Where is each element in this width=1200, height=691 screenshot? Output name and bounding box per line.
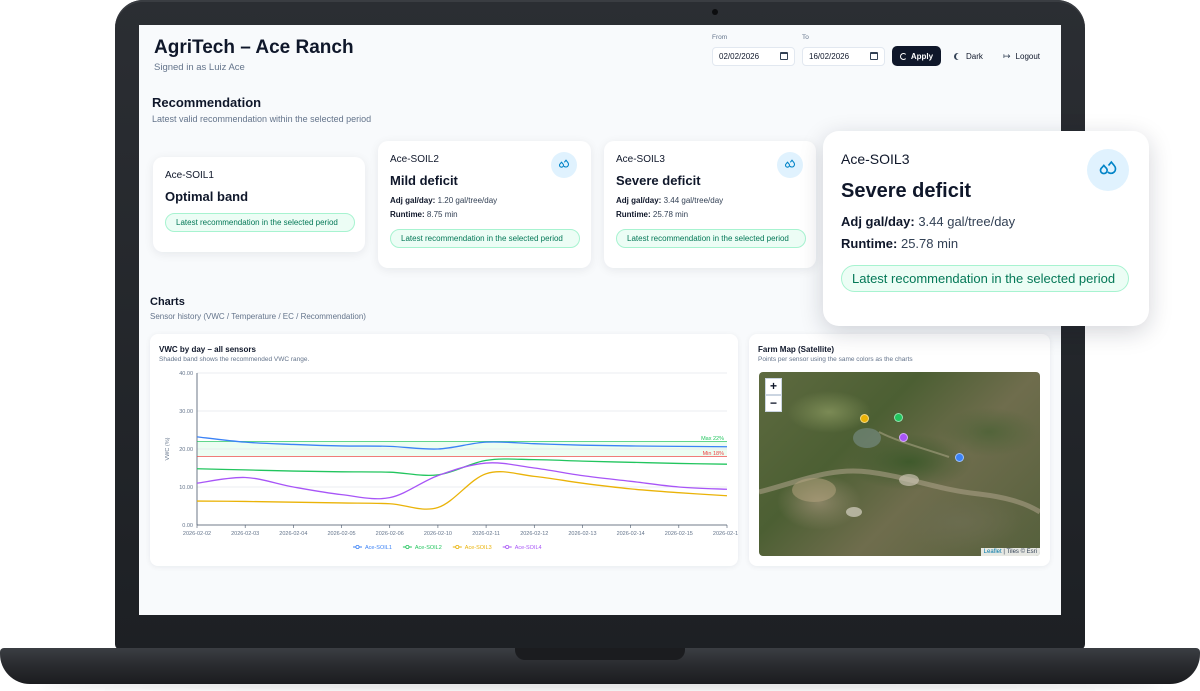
callout-status-badge: Latest recommendation in the selected pe… — [841, 265, 1129, 292]
y-tick-label: 30.00 — [179, 409, 193, 415]
legend-marker — [405, 544, 410, 549]
card-sensor: Ace-SOIL1 — [165, 170, 214, 181]
from-date-input[interactable]: 02/02/2026 — [712, 47, 795, 66]
map-terrain — [759, 428, 1040, 517]
charts-subtitle: Sensor history (VWC / Temperature / EC /… — [150, 312, 366, 321]
reference-label: Max 22% — [701, 436, 724, 442]
x-tick-label: 2026-02-12 — [520, 531, 548, 537]
legend-label: Ace-SOIL1 — [365, 545, 392, 551]
runtime-line: Runtime: 25.78 min — [616, 210, 689, 219]
vwc-chart-panel: VWC by day – all sensors Shaded band sho… — [150, 334, 738, 566]
zoom-out-button[interactable]: − — [765, 395, 782, 412]
callout-status: Severe deficit — [841, 180, 972, 202]
x-tick-label: 2026-02-14 — [617, 531, 645, 537]
recommendation-card-soil2: Ace-SOIL2 Mild deficit Adj gal/day: 1.20… — [378, 141, 591, 268]
recommendation-subtitle: Latest valid recommendation within the s… — [152, 114, 372, 124]
series-line-ace-soil4 — [196, 462, 728, 500]
charts-title: Charts — [150, 296, 185, 308]
leaflet-link[interactable]: Leaflet — [984, 549, 1002, 555]
signed-in-label: Signed in as Luiz Ace — [154, 62, 245, 73]
callout-adj-gal: Adj gal/day: 3.44 gal/tree/day — [841, 214, 1016, 229]
zoom-in-button[interactable]: + — [765, 378, 782, 395]
adj-gal-line: Adj gal/day: 3.44 gal/tree/day — [616, 196, 724, 205]
x-tick-label: 2026-02-02 — [183, 531, 211, 537]
sensor-marker-soil2[interactable] — [894, 413, 903, 422]
adj-gal-line: Adj gal/day: 1.20 gal/tree/day — [390, 196, 498, 205]
recommendation-card-soil1: Ace-SOIL1 Optimal band Latest recommenda… — [153, 157, 365, 252]
x-tick-label: 2026-02-06 — [376, 531, 404, 537]
logout-icon: ↦ — [1003, 50, 1011, 61]
card-sensor: Ace-SOIL3 — [616, 154, 665, 165]
status-badge: Latest recommendation in the selected pe… — [390, 229, 580, 248]
y-tick-label: 20.00 — [179, 447, 193, 453]
laptop-notch — [515, 648, 685, 660]
card-status: Severe deficit — [616, 173, 701, 188]
logout-button[interactable]: ↦ Logout — [1003, 46, 1040, 66]
legend-marker — [455, 544, 460, 549]
map-attribution: Leaflet | Tiles © Esri — [980, 548, 1040, 556]
reference-label: Min 18% — [703, 451, 725, 457]
x-tick-label: 2026-02-03 — [231, 531, 259, 537]
x-tick-label: 2026-02-15 — [665, 531, 693, 537]
legend-label: Ace-SOIL2 — [415, 545, 442, 551]
zoomed-recommendation-card: Ace-SOIL3 Severe deficit Adj gal/day: 3.… — [823, 131, 1149, 326]
x-tick-label: 2026-02-16 — [713, 531, 738, 537]
card-status: Optimal band — [165, 189, 249, 204]
legend-marker — [355, 544, 360, 549]
recommendation-title: Recommendation — [152, 95, 262, 110]
water-drop-icon — [1087, 149, 1129, 191]
x-tick-label: 2026-02-05 — [327, 531, 355, 537]
sensor-marker-soil3[interactable] — [860, 414, 869, 423]
refresh-icon — [899, 52, 907, 60]
water-drop-icon — [551, 152, 577, 178]
callout-runtime: Runtime: 25.78 min — [841, 236, 959, 251]
y-axis-label: VWC (%) — [165, 437, 171, 460]
apply-label: Apply — [910, 51, 934, 61]
card-status: Mild deficit — [390, 173, 458, 188]
sensor-marker-soil4[interactable] — [899, 433, 908, 442]
moon-icon — [956, 53, 963, 60]
map-subtitle: Points per sensor using the same colors … — [758, 356, 913, 363]
x-tick-label: 2026-02-04 — [279, 531, 307, 537]
y-tick-label: 40.00 — [179, 371, 193, 377]
legend-marker — [505, 544, 510, 549]
to-date-input[interactable]: 16/02/2026 — [802, 47, 885, 66]
app-title: AgriTech – Ace Ranch — [154, 37, 354, 58]
map-title: Farm Map (Satellite) — [758, 345, 835, 354]
to-label: To — [802, 34, 809, 41]
from-label: From — [712, 34, 728, 41]
recommendation-card-soil3: Ace-SOIL3 Severe deficit Adj gal/day: 3.… — [604, 141, 816, 268]
satellite-map[interactable]: + − Leaflet | Tiles © Esri — [759, 372, 1040, 556]
apply-button[interactable]: Apply — [892, 46, 941, 66]
calendar-icon[interactable] — [780, 52, 788, 60]
tiles-credit: | Tiles © Esri — [1003, 549, 1037, 555]
x-tick-label: 2026-02-10 — [424, 531, 452, 537]
status-badge: Latest recommendation in the selected pe… — [165, 213, 355, 232]
x-tick-label: 2026-02-13 — [568, 531, 596, 537]
farm-map-panel: Farm Map (Satellite) Points per sensor u… — [749, 334, 1050, 566]
runtime-line: Runtime: 8.75 min — [390, 210, 458, 219]
legend-label: Ace-SOIL4 — [515, 545, 542, 551]
y-tick-label: 0.00 — [182, 523, 193, 529]
to-date-value: 16/02/2026 — [809, 52, 850, 61]
from-date-value: 02/02/2026 — [719, 52, 760, 61]
water-drop-icon — [777, 152, 803, 178]
legend-label: Ace-SOIL3 — [465, 545, 492, 551]
dark-label: Dark — [966, 51, 983, 61]
series-line-ace-soil3 — [196, 471, 728, 510]
calendar-icon[interactable] — [870, 52, 878, 60]
sensor-marker-soil1[interactable] — [955, 453, 964, 462]
callout-sensor: Ace-SOIL3 — [841, 151, 910, 167]
y-tick-label: 10.00 — [179, 485, 193, 491]
card-sensor: Ace-SOIL2 — [390, 154, 439, 165]
dark-mode-button[interactable]: Dark — [954, 46, 983, 66]
x-tick-label: 2026-02-11 — [472, 531, 500, 537]
status-badge: Latest recommendation in the selected pe… — [616, 229, 806, 248]
logout-label: Logout — [1015, 51, 1041, 61]
vwc-chart: 0.00 10.00 20.00 30.00 40.00 2026-02-02 2026-0… — [165, 371, 738, 551]
camera — [712, 9, 718, 15]
